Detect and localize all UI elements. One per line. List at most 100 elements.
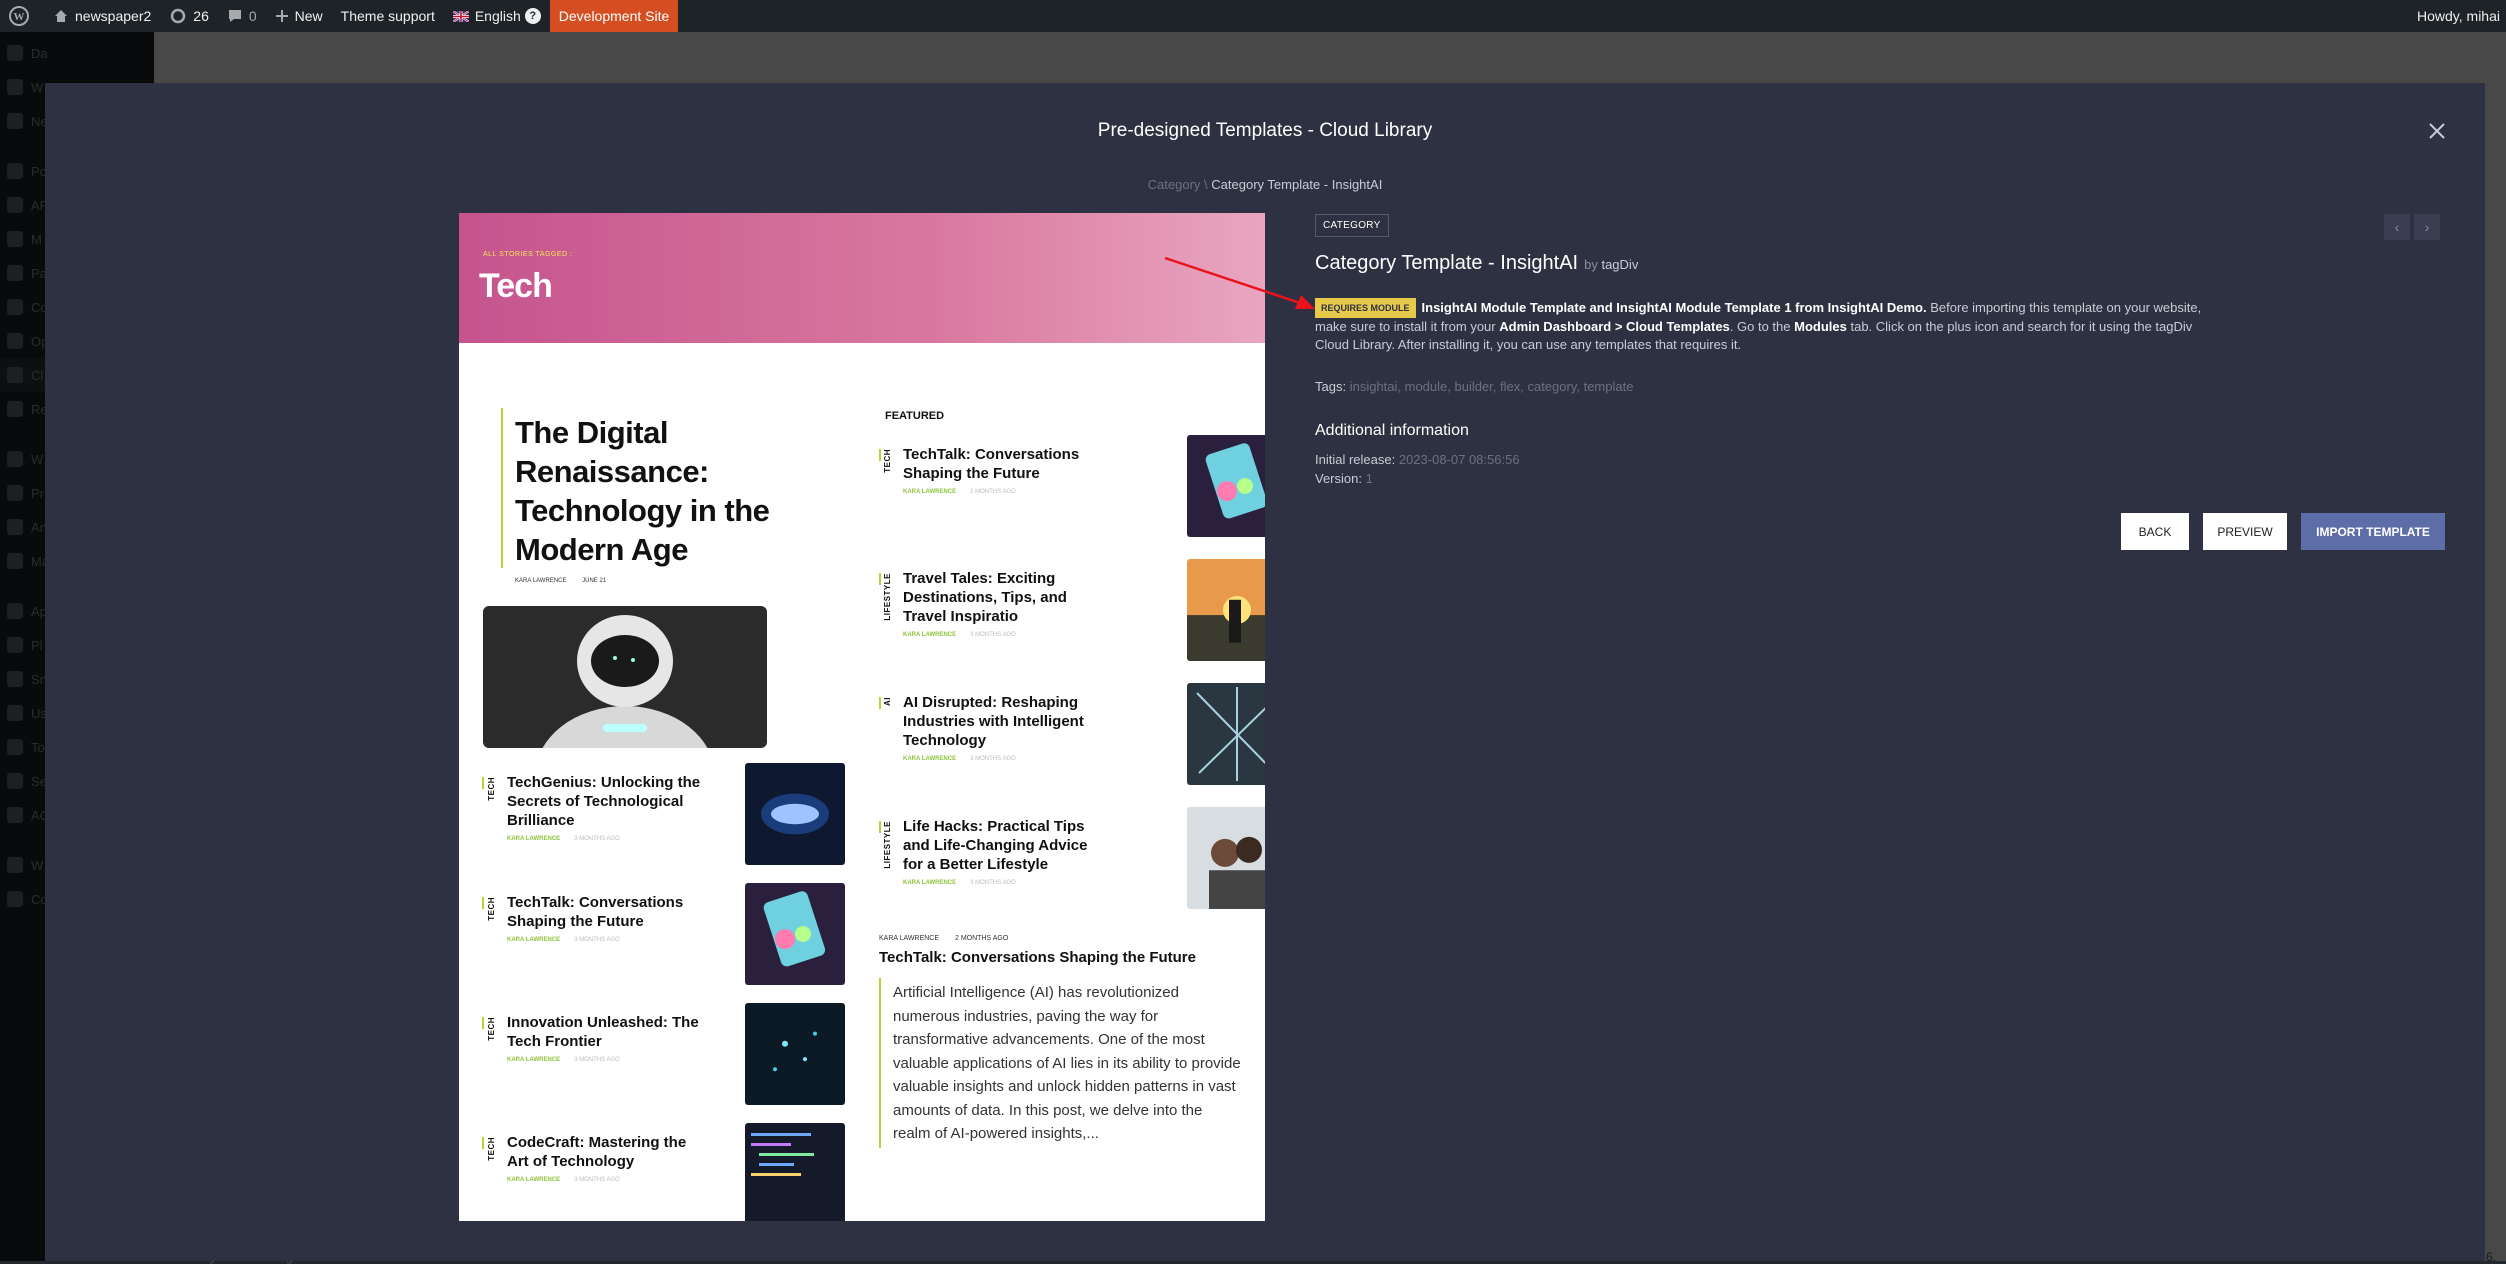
close-icon[interactable] xyxy=(2425,119,2449,143)
desc-modules: Modules xyxy=(1794,319,1847,334)
article-meta: KARA LAWRENCE 3 MONTHS AGO xyxy=(507,1057,620,1063)
article-time: 3 MONTHS AGO xyxy=(970,632,1016,638)
byline-by: by xyxy=(1584,257,1598,272)
import-template-button[interactable]: IMPORT TEMPLATE xyxy=(2301,513,2445,550)
comments-count: 0 xyxy=(248,8,257,24)
comments-link[interactable]: 0 xyxy=(218,0,266,32)
theme-support-link[interactable]: Theme support xyxy=(332,0,444,32)
article-meta: KARA LAWRENCE 3 MONTHS AGO xyxy=(903,756,1016,762)
article-thumbnail xyxy=(745,1123,845,1221)
new-label: New xyxy=(294,8,323,24)
article-meta: KARA LAWRENCE 2 MONTHS AGO xyxy=(903,489,1016,495)
updates-count: 26 xyxy=(193,8,209,24)
plus-icon xyxy=(275,10,288,22)
version-label: Version: xyxy=(1315,471,1362,486)
comment-icon xyxy=(228,10,241,22)
howdy-user-link[interactable]: Howdy, mihai xyxy=(2408,0,2506,32)
language-label: English xyxy=(474,8,521,24)
template-byline: by tagDiv xyxy=(1584,257,1638,272)
article-title: Innovation Unleashed: The Tech Frontier xyxy=(507,1014,699,1050)
tags-values: insightai, module, builder, flex, catego… xyxy=(1349,379,1634,394)
theme-support-label: Theme support xyxy=(340,8,435,24)
article-time: 3 MONTHS AGO xyxy=(970,880,1016,886)
article-title: AI Disrupted: Reshaping Industries with … xyxy=(903,694,1084,749)
category-accent xyxy=(879,697,881,709)
site-name-link[interactable]: newspaper2 xyxy=(44,0,160,32)
additional-info-heading: Additional information xyxy=(1315,422,1469,439)
modal-overlay: Pre-designed Templates - Cloud Library C… xyxy=(0,32,2506,1261)
chevron-left-icon[interactable]: ‹ xyxy=(2384,214,2410,240)
article-category: AI xyxy=(883,697,892,706)
template-title: Category Template - InsightAI by tagDiv xyxy=(1315,252,1638,275)
tags-label: Tags: xyxy=(1315,379,1347,394)
category-accent xyxy=(482,1137,484,1149)
wordpress-logo-icon[interactable]: W xyxy=(0,0,44,32)
help-icon[interactable]: ? xyxy=(524,8,541,24)
excerpt-text: Artificial Intelligence (AI) has revolut… xyxy=(893,984,1241,1142)
main-author: KARA LAWRENCE xyxy=(515,578,567,584)
article-category: TECH xyxy=(883,449,892,473)
article-thumbnail xyxy=(745,1003,845,1105)
version-value: 1 xyxy=(1365,471,1373,486)
breadcrumb-category[interactable]: Category xyxy=(1148,177,1201,192)
category-accent xyxy=(482,1017,484,1029)
article-category: TECH xyxy=(487,777,496,801)
article-thumbnail xyxy=(1187,559,1265,661)
article-time: 3 MONTHS AGO xyxy=(970,756,1016,762)
back-button[interactable]: BACK xyxy=(2121,513,2189,550)
preview-button[interactable]: PREVIEW xyxy=(2203,513,2287,550)
article-meta: KARA LAWRENCE 3 MONTHS AGO xyxy=(507,937,620,943)
article-category: TECH xyxy=(487,897,496,921)
article-title: TechTalk: Conversations Shaping the Futu… xyxy=(903,446,1080,482)
article-title: Life Hacks: Practical Tips and Life-Chan… xyxy=(903,818,1088,873)
updates-link[interactable]: 26 xyxy=(160,0,218,32)
article-author: KARA LAWRENCE xyxy=(507,836,561,842)
site-name-label: newspaper2 xyxy=(75,8,152,24)
excerpt-accent-bar xyxy=(879,978,881,1148)
new-content-link[interactable]: New xyxy=(266,0,332,32)
featured-label: FEATURED xyxy=(885,410,945,422)
required-modules: InsightAI Module Template and InsightAI … xyxy=(1421,300,1927,315)
breadcrumb: Category \ Category Template - InsightAI xyxy=(45,177,2485,192)
annotation-arrow xyxy=(1164,256,1315,309)
template-tags: Tags: insightai, module, builder, flex, … xyxy=(1315,379,1633,394)
article-time: 3 MONTHS AGO xyxy=(574,937,620,943)
category-accent xyxy=(482,777,484,789)
article-author: KARA LAWRENCE xyxy=(507,1177,561,1183)
chevron-right-icon[interactable]: › xyxy=(2414,214,2440,240)
article-author: KARA LAWRENCE xyxy=(507,937,561,943)
category-badge: CATEGORY xyxy=(1315,214,1389,237)
article-title: TechTalk: Conversations Shaping the Futu… xyxy=(507,894,684,930)
article-time: 3 MONTHS AGO xyxy=(574,1057,620,1063)
article-thumbnail xyxy=(1187,683,1265,785)
updates-icon xyxy=(171,8,186,24)
category-accent xyxy=(879,449,881,461)
article-category: TECH xyxy=(487,1017,496,1041)
category-accent xyxy=(879,821,881,833)
preview-main-title: The Digital Renaissance: Technology in t… xyxy=(515,415,770,567)
svg-text:W: W xyxy=(14,11,25,23)
article-category: LIFESTYLE xyxy=(883,573,892,621)
excerpt-author: KARA LAWRENCE xyxy=(879,935,940,942)
robot-image xyxy=(483,606,767,748)
preview-tagged-label: ALL STORIES TAGGED : xyxy=(483,251,573,258)
language-switcher[interactable]: English ? xyxy=(444,0,550,32)
article-author: KARA LAWRENCE xyxy=(903,489,957,495)
modal-title: Pre-designed Templates - Cloud Library xyxy=(1097,120,1433,141)
main-accent-bar xyxy=(501,408,503,568)
article-category: LIFESTYLE xyxy=(883,821,892,869)
article-time: 3 MONTHS AGO xyxy=(574,836,620,842)
article-thumbnail xyxy=(745,763,845,865)
article-thumbnail xyxy=(1187,435,1265,537)
category-accent xyxy=(482,897,484,909)
preview-tag-title: Tech xyxy=(479,267,553,305)
development-site-badge[interactable]: Development Site xyxy=(549,0,679,32)
template-preview[interactable]: ALL STORIES TAGGED : Tech The Digital Re… xyxy=(459,213,1265,1221)
version: Version: 1 xyxy=(1315,471,1373,486)
release-label: Initial release: xyxy=(1315,452,1396,467)
article-meta: KARA LAWRENCE 3 MONTHS AGO xyxy=(507,836,620,842)
home-icon xyxy=(55,10,67,22)
excerpt-title: TechTalk: Conversations Shaping the Futu… xyxy=(879,949,1196,966)
article-time: 3 MONTHS AGO xyxy=(574,1177,620,1183)
template-description: REQUIRES MODULE InsightAI Module Template… xyxy=(1315,298,2215,354)
